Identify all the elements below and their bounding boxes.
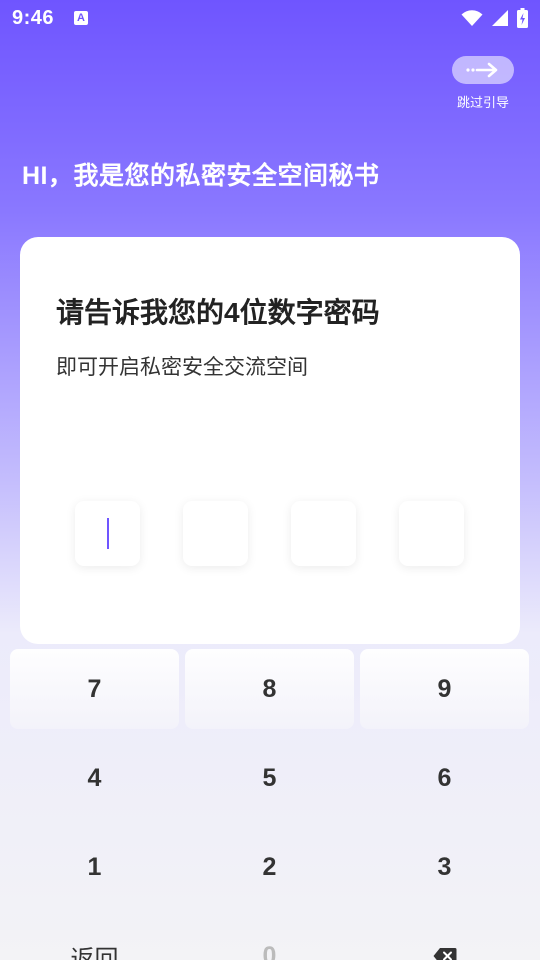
battery-charging-icon — [517, 8, 528, 28]
delete-button[interactable] — [360, 916, 529, 960]
pin-digit-4[interactable] — [399, 501, 464, 566]
input-caret — [107, 518, 109, 549]
key-7[interactable]: 7 — [10, 649, 179, 729]
key-5[interactable]: 5 — [185, 738, 354, 818]
status-time: 9:46 — [12, 6, 55, 29]
pin-card: 请告诉我您的4位数字密码 即可开启私密安全交流空间 — [20, 237, 520, 644]
skip-guide-button[interactable]: 跳过引导 — [452, 56, 514, 111]
back-button[interactable]: 返回 — [10, 916, 179, 960]
skip-pill[interactable] — [452, 56, 514, 84]
skip-guide-label[interactable]: 跳过引导 — [457, 92, 509, 111]
zero-label: 0 — [262, 941, 277, 960]
key-2[interactable]: 2 — [185, 827, 354, 907]
pin-digit-2[interactable] — [183, 501, 248, 566]
backspace-icon — [433, 948, 456, 960]
arrow-right-icon — [466, 62, 498, 78]
key-1[interactable]: 1 — [10, 827, 179, 907]
pin-digit-1[interactable] — [75, 501, 140, 566]
numeric-keypad: 7 8 9 4 5 6 1 2 3 返回 0 — [10, 646, 530, 960]
key-4[interactable]: 4 — [10, 738, 179, 818]
key-6[interactable]: 6 — [360, 738, 529, 818]
pin-digit-3[interactable] — [291, 501, 356, 566]
key-0[interactable]: 0 — [185, 916, 354, 960]
back-label: 返回 — [70, 945, 119, 960]
status-indicators — [461, 8, 528, 28]
key-8[interactable]: 8 — [185, 649, 354, 729]
greeting-heading: HI，我是您的私密安全空间秘书 — [22, 162, 380, 190]
pin-input-row — [75, 501, 465, 567]
card-subtitle: 即可开启私密安全交流空间 — [56, 356, 308, 379]
status-bar: 9:46 A — [0, 0, 540, 36]
wifi-icon — [461, 10, 483, 26]
card-title: 请告诉我您的4位数字密码 — [56, 297, 380, 328]
key-9[interactable]: 9 — [360, 649, 529, 729]
app-notification-icon: A — [74, 11, 89, 25]
cellular-signal-icon — [492, 10, 508, 26]
key-3[interactable]: 3 — [360, 827, 529, 907]
